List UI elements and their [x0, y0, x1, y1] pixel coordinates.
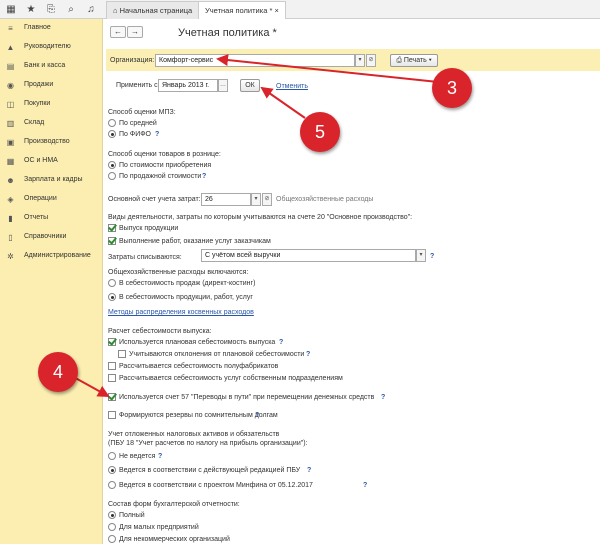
annotation-arrows: [69, 54, 439, 397]
marker-5: 5: [300, 112, 340, 152]
marker-4: 4: [38, 352, 78, 392]
marker-3: 3: [432, 68, 472, 108]
